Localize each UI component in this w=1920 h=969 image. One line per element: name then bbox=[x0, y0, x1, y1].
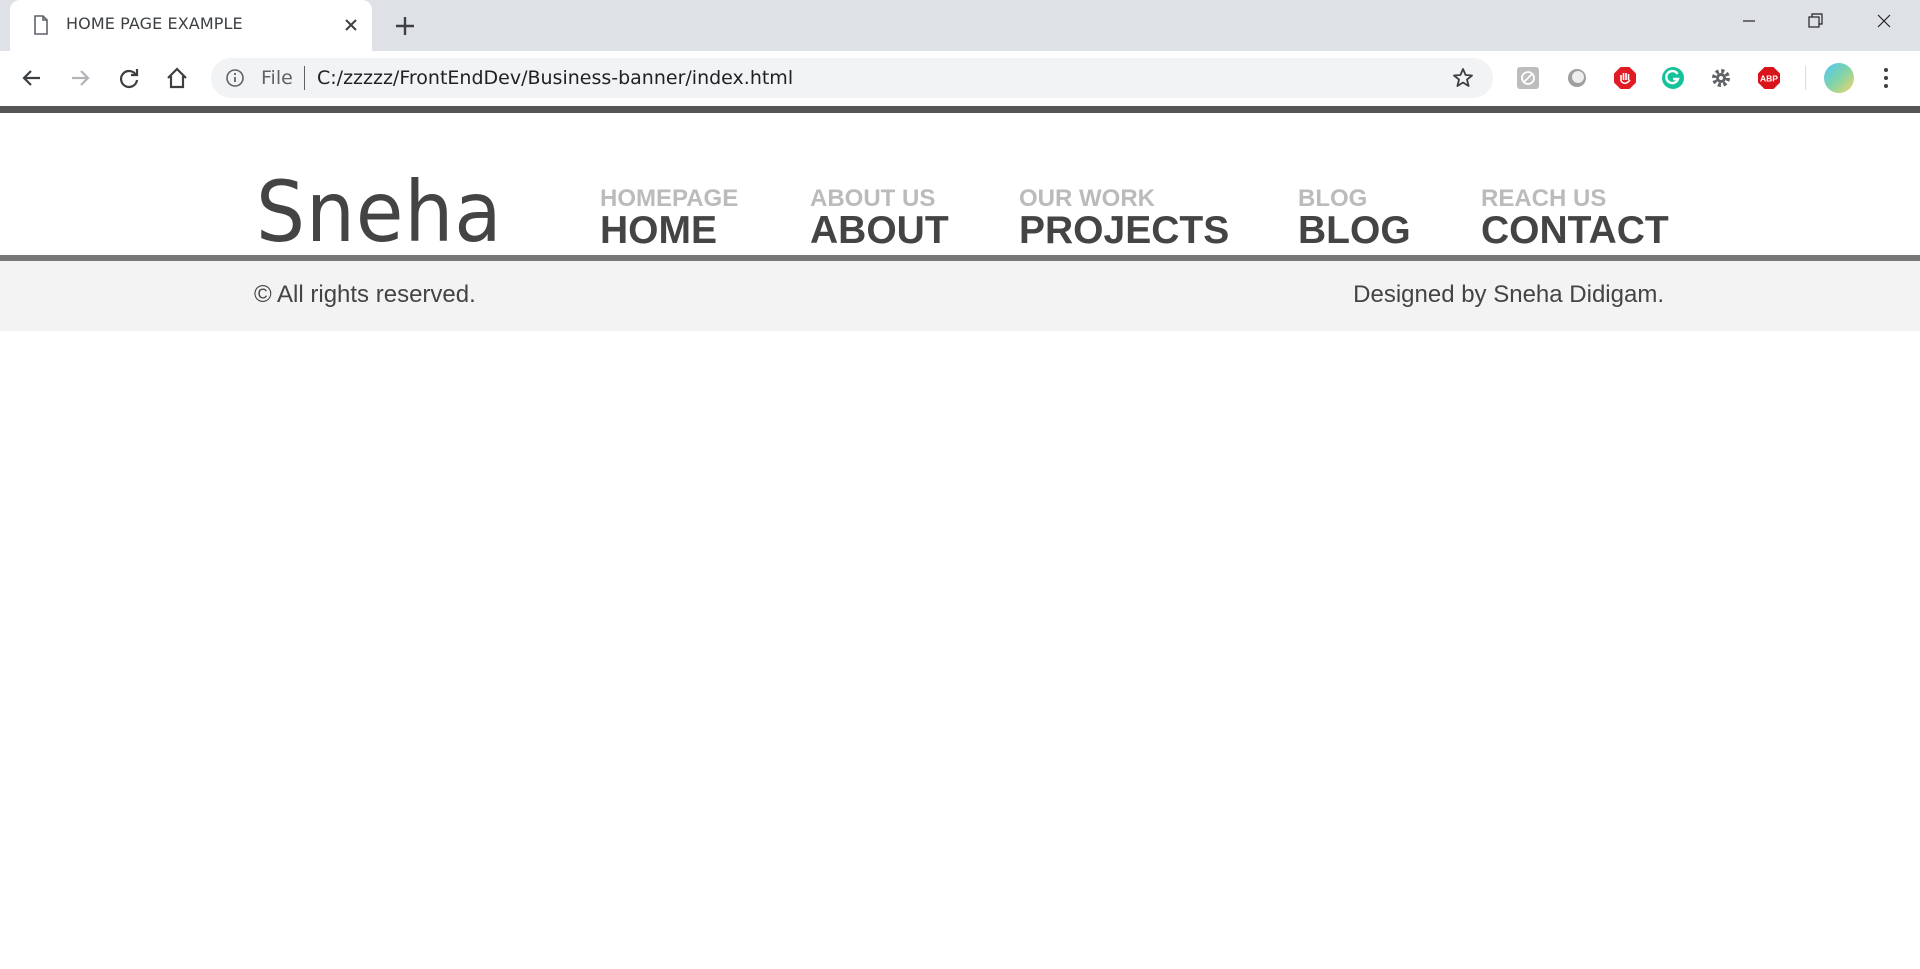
profile-avatar[interactable] bbox=[1824, 63, 1854, 93]
nav-contact[interactable]: REACH US CONTACT bbox=[1481, 187, 1669, 251]
settings-gear-icon[interactable] bbox=[1708, 65, 1734, 91]
new-tab-icon[interactable] bbox=[392, 13, 418, 39]
forward-arrow-icon[interactable] bbox=[66, 64, 94, 92]
nav-label: BLOG bbox=[1298, 209, 1411, 252]
restore-icon[interactable] bbox=[1800, 8, 1830, 34]
url-text[interactable]: C:/zzzzz/FrontEndDev/Business-banner/ind… bbox=[317, 67, 793, 89]
toolbar-divider bbox=[1805, 66, 1806, 90]
nav-about[interactable]: ABOUT US ABOUT bbox=[810, 187, 949, 251]
nav-sublabel: OUR WORK bbox=[1019, 185, 1155, 212]
window-close-icon[interactable] bbox=[1869, 8, 1899, 34]
kebab-menu-icon[interactable] bbox=[1878, 65, 1894, 91]
browser-tab-strip: HOME PAGE EXAMPLE bbox=[0, 0, 1920, 51]
nav-label: PROJECTS bbox=[1019, 209, 1230, 252]
scheme-label: File bbox=[261, 67, 293, 89]
back-arrow-icon[interactable] bbox=[18, 64, 46, 92]
close-tab-icon[interactable] bbox=[340, 14, 362, 36]
nav-sublabel: REACH US bbox=[1481, 185, 1607, 212]
nav-label: CONTACT bbox=[1481, 209, 1669, 252]
disconnect-icon[interactable] bbox=[1564, 65, 1590, 91]
ghostery-icon[interactable] bbox=[1515, 65, 1541, 91]
nav-sublabel: BLOG bbox=[1298, 185, 1368, 212]
home-icon[interactable] bbox=[163, 64, 191, 92]
bookmark-star-icon[interactable] bbox=[1451, 66, 1475, 90]
minimize-icon[interactable] bbox=[1734, 8, 1764, 34]
grammarly-icon[interactable] bbox=[1660, 65, 1686, 91]
web-page: Sneha HOMEPAGE HOME ABOUT US ABOUT OUR W… bbox=[0, 106, 1920, 969]
site-footer: © All rights reserved. Designed by Sneha… bbox=[0, 261, 1920, 331]
tab-title: HOME PAGE EXAMPLE bbox=[66, 14, 243, 33]
info-icon[interactable] bbox=[225, 68, 245, 88]
copyright-text: © All rights reserved. bbox=[254, 281, 476, 308]
browser-toolbar: File C:/zzzzz/FrontEndDev/Business-banne… bbox=[0, 51, 1920, 106]
nav-label: HOME bbox=[600, 209, 717, 252]
designer-credit: Designed by Sneha Didigam. bbox=[1353, 281, 1664, 308]
nav-projects[interactable]: OUR WORK PROJECTS bbox=[1019, 187, 1229, 251]
file-icon bbox=[34, 15, 48, 35]
adblock-plus-icon[interactable]: ABP bbox=[1756, 65, 1782, 91]
nav-label: ABOUT bbox=[810, 209, 949, 252]
omnibox-divider bbox=[304, 66, 305, 90]
nav-home[interactable]: HOMEPAGE HOME bbox=[600, 187, 738, 251]
nav-blog[interactable]: BLOG BLOG bbox=[1298, 187, 1411, 251]
site-logo[interactable]: Sneha bbox=[256, 163, 503, 261]
nav-sublabel: HOMEPAGE bbox=[600, 185, 739, 212]
site-header: Sneha HOMEPAGE HOME ABOUT US ABOUT OUR W… bbox=[0, 113, 1920, 331]
nav-sublabel: ABOUT US bbox=[810, 185, 936, 212]
reload-icon[interactable] bbox=[115, 64, 143, 92]
address-bar[interactable]: File C:/zzzzz/FrontEndDev/Business-banne… bbox=[211, 58, 1493, 98]
abp-label: ABP bbox=[1760, 74, 1778, 84]
top-border bbox=[0, 106, 1920, 113]
adblock-stop-icon[interactable] bbox=[1612, 65, 1638, 91]
browser-tab[interactable]: HOME PAGE EXAMPLE bbox=[10, 0, 372, 51]
